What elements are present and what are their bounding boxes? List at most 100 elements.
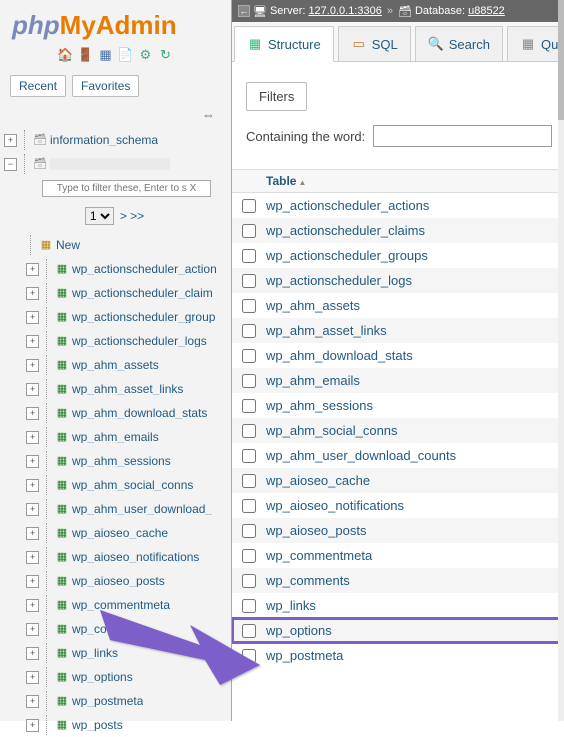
tab-structure[interactable]: ▦Structure xyxy=(234,26,334,62)
reload-icon[interactable]: ↻ xyxy=(158,47,174,63)
table-name-link[interactable]: wp_actionscheduler_logs xyxy=(266,273,412,288)
tree-table-label[interactable]: wp_options xyxy=(72,671,133,683)
tree-filter-input[interactable] xyxy=(42,180,211,197)
exit-icon[interactable]: 🚪 xyxy=(78,47,94,63)
favorites-tab[interactable]: Favorites xyxy=(72,75,139,97)
row-checkbox[interactable] xyxy=(242,299,256,313)
tree-table-label[interactable]: wp_actionscheduler_group xyxy=(72,311,215,323)
expand-icon[interactable]: + xyxy=(26,647,39,660)
expand-icon[interactable]: + xyxy=(26,599,39,612)
filter-word-input[interactable] xyxy=(373,125,552,147)
expand-icon[interactable]: + xyxy=(26,263,39,276)
row-checkbox[interactable] xyxy=(242,399,256,413)
expand-icon[interactable]: + xyxy=(26,359,39,372)
table-name-link[interactable]: wp_ahm_user_download_counts xyxy=(266,448,456,463)
table-name-link[interactable]: wp_ahm_sessions xyxy=(266,398,373,413)
table-header-label[interactable]: Table▲ xyxy=(266,174,306,188)
expand-icon[interactable]: + xyxy=(26,575,39,588)
table-name-link[interactable]: wp_comments xyxy=(266,573,350,588)
row-checkbox[interactable] xyxy=(242,474,256,488)
row-checkbox[interactable] xyxy=(242,449,256,463)
breadcrumb-expand-icon[interactable]: ← xyxy=(238,5,250,17)
expand-icon[interactable]: + xyxy=(26,623,39,636)
scrollbar-thumb[interactable] xyxy=(558,0,564,120)
tab-search[interactable]: 🔍Search xyxy=(415,26,503,61)
row-checkbox[interactable] xyxy=(242,349,256,363)
table-name-link[interactable]: wp_aioseo_cache xyxy=(266,473,370,488)
home-icon[interactable]: 🏠 xyxy=(58,47,74,63)
scrollbar-vertical[interactable] xyxy=(558,0,564,721)
table-name-link[interactable]: wp_aioseo_posts xyxy=(266,523,366,538)
tab-sql[interactable]: ▭SQL xyxy=(338,26,411,61)
expand-icon[interactable]: + xyxy=(26,527,39,540)
row-checkbox[interactable] xyxy=(242,499,256,513)
sql-icon[interactable]: ▦ xyxy=(98,47,114,63)
table-name-link[interactable]: wp_aioseo_notifications xyxy=(266,498,404,513)
table-name-link[interactable]: wp_commentmeta xyxy=(266,548,372,563)
expand-icon[interactable]: + xyxy=(26,455,39,468)
table-name-link[interactable]: wp_ahm_download_stats xyxy=(266,348,413,363)
expand-icon[interactable]: + xyxy=(4,134,17,147)
row-checkbox[interactable] xyxy=(242,524,256,538)
expand-icon[interactable]: + xyxy=(26,287,39,300)
bc-db-link[interactable]: u88522 xyxy=(468,5,505,17)
logo[interactable]: phpMyAdmin xyxy=(0,0,231,43)
expand-icon[interactable]: + xyxy=(26,695,39,708)
recent-tab[interactable]: Recent xyxy=(10,75,66,97)
expand-icon[interactable]: + xyxy=(26,551,39,564)
row-checkbox[interactable] xyxy=(242,374,256,388)
tree-table-label[interactable]: wp_commentmeta xyxy=(72,599,170,611)
new-link[interactable]: New xyxy=(56,239,80,251)
doc-icon[interactable]: 📄 xyxy=(118,47,134,63)
table-name-link[interactable]: wp_ahm_asset_links xyxy=(266,323,387,338)
expand-icon[interactable]: + xyxy=(26,719,39,732)
db-info-schema[interactable]: information_schema xyxy=(50,134,158,146)
tree-table-label[interactable]: wp_actionscheduler_action xyxy=(72,263,217,275)
tree-table-label[interactable]: wp_ahm_download_stats xyxy=(72,407,207,419)
tree-table-label[interactable]: wp_comments xyxy=(72,623,149,635)
tree-table-label[interactable]: wp_actionscheduler_logs xyxy=(72,335,207,347)
table-name-link[interactable]: wp_actionscheduler_claims xyxy=(266,223,425,238)
table-name-link[interactable]: wp_links xyxy=(266,598,316,613)
tree-table-label[interactable]: wp_ahm_asset_links xyxy=(72,383,183,395)
row-checkbox[interactable] xyxy=(242,599,256,613)
tree-table-label[interactable]: wp_aioseo_cache xyxy=(72,527,168,539)
table-name-link[interactable]: wp_postmeta xyxy=(266,648,343,663)
row-checkbox[interactable] xyxy=(242,274,256,288)
table-name-link[interactable]: wp_options xyxy=(266,623,332,638)
tree-table-label[interactable]: wp_ahm_emails xyxy=(72,431,159,443)
expand-icon[interactable]: + xyxy=(26,479,39,492)
table-name-link[interactable]: wp_actionscheduler_actions xyxy=(266,198,429,213)
row-checkbox[interactable] xyxy=(242,649,256,663)
row-checkbox[interactable] xyxy=(242,574,256,588)
table-name-link[interactable]: wp_ahm_assets xyxy=(266,298,360,313)
table-name-link[interactable]: wp_actionscheduler_groups xyxy=(266,248,428,263)
tree-table-label[interactable]: wp_links xyxy=(72,647,118,659)
expand-icon[interactable]: + xyxy=(26,671,39,684)
tree-table-label[interactable]: wp_ahm_social_conns xyxy=(72,479,193,491)
tree-table-label[interactable]: wp_postmeta xyxy=(72,695,143,707)
tree-table-label[interactable]: wp_ahm_assets xyxy=(72,359,159,371)
expand-icon[interactable]: + xyxy=(26,335,39,348)
table-name-link[interactable]: wp_ahm_emails xyxy=(266,373,360,388)
row-checkbox[interactable] xyxy=(242,199,256,213)
gear-icon[interactable]: ⚙ xyxy=(138,47,154,63)
tree-table-label[interactable]: wp_ahm_user_download_ xyxy=(72,503,212,515)
table-name-link[interactable]: wp_ahm_social_conns xyxy=(266,423,398,438)
expand-icon[interactable]: + xyxy=(26,431,39,444)
collapse-icon[interactable]: ⇔ xyxy=(0,107,231,128)
collapse-icon[interactable]: − xyxy=(4,158,17,171)
tree-table-label[interactable]: wp_actionscheduler_claim xyxy=(72,287,213,299)
expand-icon[interactable]: + xyxy=(26,383,39,396)
tab-qu[interactable]: ▦Qu xyxy=(507,26,564,61)
expand-icon[interactable]: + xyxy=(26,311,39,324)
tree-table-label[interactable]: wp_aioseo_posts xyxy=(72,575,165,587)
row-checkbox[interactable] xyxy=(242,249,256,263)
row-checkbox[interactable] xyxy=(242,624,256,638)
row-checkbox[interactable] xyxy=(242,549,256,563)
expand-icon[interactable]: + xyxy=(26,503,39,516)
row-checkbox[interactable] xyxy=(242,324,256,338)
page-select[interactable]: 1 xyxy=(85,207,114,225)
tree-table-label[interactable]: wp_ahm_sessions xyxy=(72,455,171,467)
row-checkbox[interactable] xyxy=(242,224,256,238)
